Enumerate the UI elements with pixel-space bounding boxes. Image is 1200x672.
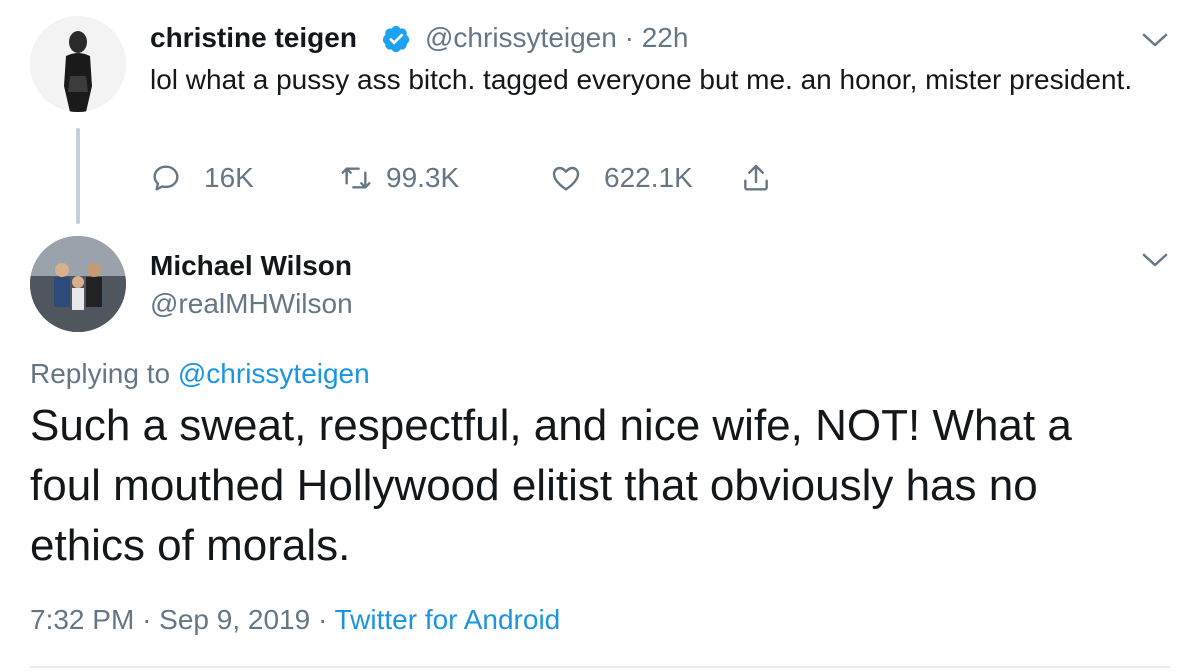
retweet-count: 99.3K: [386, 162, 460, 193]
tweet-date[interactable]: Sep 9, 2019: [159, 604, 310, 635]
thread-connector-line: [76, 128, 80, 224]
retweet-button[interactable]: 99.3K: [340, 158, 459, 198]
reply-button[interactable]: 16K: [150, 158, 254, 198]
share-icon: [744, 164, 768, 191]
like-button[interactable]: 622.1K: [550, 158, 693, 198]
tweet-time[interactable]: 7:32 PM: [30, 604, 134, 635]
share-button[interactable]: [740, 158, 772, 198]
handle: @chrissyteigen: [425, 22, 617, 53]
replying-to-line: Replying to @chrissyteigen: [30, 354, 370, 394]
tweet-metadata: 7:32 PM · Sep 9, 2019 · Twitter for Andr…: [30, 600, 560, 640]
avatar-christine-teigen[interactable]: [30, 16, 126, 112]
handle[interactable]: @realMHWilson: [150, 284, 353, 324]
retweet-icon: [341, 167, 371, 189]
dot-separator: ·: [142, 604, 152, 635]
tweet-source-link[interactable]: Twitter for Android: [335, 604, 561, 635]
avatar-michael-wilson[interactable]: [30, 236, 126, 332]
handle-and-time[interactable]: @chrissyteigen · 22h: [425, 18, 688, 58]
display-name[interactable]: christine teigen: [150, 18, 357, 58]
time-ago: 22h: [641, 22, 689, 53]
reply-count: 16K: [204, 162, 254, 193]
like-icon: [552, 166, 580, 191]
chevron-down-icon[interactable]: [1140, 250, 1170, 270]
avatar-image: [30, 236, 126, 332]
avatar-image: [30, 16, 126, 112]
replying-prefix: Replying to: [30, 358, 171, 389]
tweet-text: lol what a pussy ass bitch. tagged every…: [150, 64, 1133, 95]
dot-separator: ·: [317, 604, 328, 635]
reply-icon: [153, 165, 179, 191]
tweet-text: Such a sweat, respectful, and nice wife,…: [30, 401, 1072, 570]
like-count: 622.1K: [604, 162, 693, 193]
verified-badge-icon: [382, 25, 410, 53]
divider: [30, 666, 1170, 668]
separator: ·: [624, 22, 634, 53]
replying-to-link[interactable]: @chrissyteigen: [178, 358, 370, 389]
display-name[interactable]: Michael Wilson: [150, 246, 352, 286]
chevron-down-icon[interactable]: [1140, 30, 1170, 50]
